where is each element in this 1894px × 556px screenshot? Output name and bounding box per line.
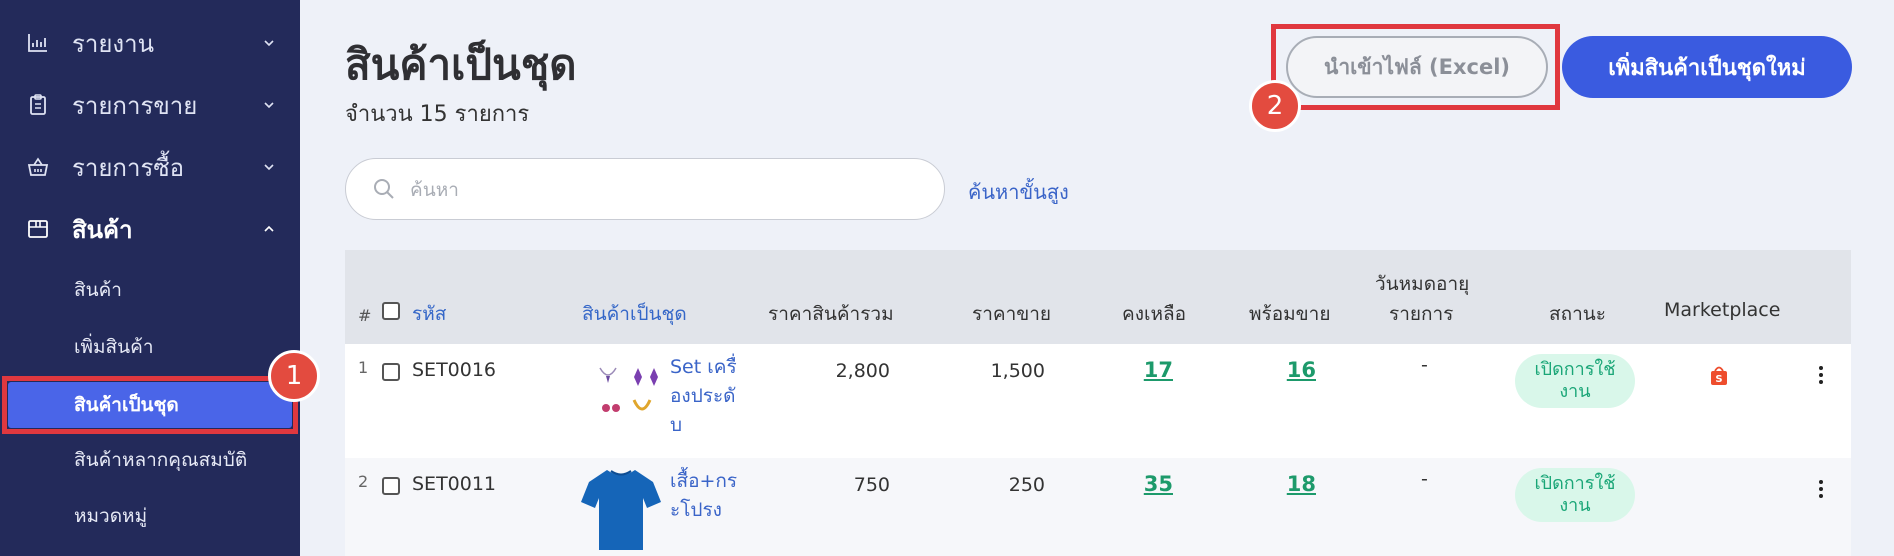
more-actions-icon[interactable] bbox=[1819, 480, 1825, 501]
highlight-box bbox=[1271, 24, 1560, 110]
step-badge: 2 bbox=[1249, 80, 1301, 132]
select-all-checkbox[interactable] bbox=[382, 302, 400, 320]
status-line: งาน bbox=[1559, 381, 1591, 402]
col-ready: พร้อมขาย bbox=[1249, 303, 1331, 325]
jewelry-image bbox=[599, 367, 658, 412]
sub-item-label: สินค้าหลากคุณสมบัติ bbox=[74, 449, 248, 471]
chart-icon bbox=[28, 34, 47, 52]
row-checkbox[interactable] bbox=[382, 477, 400, 495]
highlight-box bbox=[2, 376, 298, 434]
nav-item-sales[interactable]: รายการขาย bbox=[0, 80, 300, 130]
svg-text:S: S bbox=[1715, 374, 1722, 385]
expiry-value: - bbox=[1421, 354, 1428, 376]
add-bundle-button[interactable]: เพิ่มสินค้าเป็นชุดใหม่ bbox=[1562, 36, 1852, 98]
nav-item-products[interactable]: สินค้า bbox=[0, 204, 300, 254]
name-line: องประดั bbox=[670, 385, 736, 407]
table-row[interactable]: 1 SET0016 Set เครื่ องประดั บ 2,800 1,50… bbox=[345, 344, 1851, 458]
chevron-down-icon bbox=[264, 40, 274, 47]
total-price: 750 bbox=[853, 474, 890, 496]
box-icon bbox=[28, 220, 48, 238]
name-line: Set เครื่ bbox=[670, 356, 737, 378]
basket-icon bbox=[27, 157, 49, 176]
row-index: 1 bbox=[358, 358, 369, 377]
ready-link[interactable]: 18 bbox=[1228, 472, 1316, 496]
sell-price: 1,500 bbox=[990, 360, 1045, 382]
col-bundle[interactable]: สินค้าเป็นชุด bbox=[582, 299, 687, 329]
nav-label: สินค้า bbox=[72, 215, 133, 244]
total-price: 2,800 bbox=[835, 360, 890, 382]
status-line: เปิดการใช้ bbox=[1534, 473, 1616, 494]
chevron-down-icon bbox=[264, 102, 274, 109]
search-box[interactable] bbox=[345, 158, 945, 220]
nav-label: รายการขาย bbox=[72, 91, 198, 120]
col-marketplace: Marketplace bbox=[1664, 299, 1781, 321]
sub-item-label: เพิ่มสินค้า bbox=[74, 336, 154, 358]
name-line: เสื้อ+กร bbox=[670, 470, 738, 492]
step-badge: 1 bbox=[268, 350, 320, 402]
col-sell-price: ราคาขาย bbox=[972, 303, 1052, 325]
product-code: SET0011 bbox=[412, 473, 497, 495]
bundle-table: # รหัส สินค้าเป็นชุด ราคาสินค้ารวม ราคาข… bbox=[345, 250, 1851, 556]
table-row[interactable]: 2 SET0011 เสื้อ+กร ะโปรง 750 250 35 18 -… bbox=[345, 458, 1851, 556]
name-line: บ bbox=[670, 414, 683, 436]
row-checkbox[interactable] bbox=[382, 363, 400, 381]
row-index: 2 bbox=[358, 472, 369, 491]
expiry-value: - bbox=[1421, 468, 1428, 490]
status-line: งาน bbox=[1559, 495, 1591, 516]
col-expiry: วันหมดอายุ bbox=[1375, 273, 1470, 295]
search-icon bbox=[374, 179, 394, 199]
sub-item-variants[interactable]: สินค้าหลากคุณสมบัติ bbox=[0, 437, 300, 483]
col-remaining: คงเหลือ bbox=[1122, 303, 1187, 325]
sub-item-label: สินค้า bbox=[74, 279, 122, 301]
search-input[interactable] bbox=[410, 173, 910, 207]
advanced-search-link[interactable]: ค้นหาขั้นสูง bbox=[968, 176, 1069, 208]
col-index: # bbox=[358, 306, 372, 325]
sub-item-products[interactable]: สินค้า bbox=[0, 267, 300, 313]
nav-label: รายการซื้อ bbox=[72, 153, 185, 182]
remaining-link[interactable]: 17 bbox=[1085, 358, 1173, 382]
shopee-icon[interactable]: S bbox=[1708, 364, 1730, 386]
sub-item-label: หมวดหมู่ bbox=[74, 505, 148, 527]
nav-item-purchases[interactable]: รายการซื้อ bbox=[0, 142, 300, 192]
remaining-link[interactable]: 35 bbox=[1085, 472, 1173, 496]
nav-item-reports[interactable]: รายงาน bbox=[0, 18, 300, 68]
table-header: # รหัส สินค้าเป็นชุด ราคาสินค้ารวม ราคาข… bbox=[345, 250, 1851, 344]
col-status: สถานะ bbox=[1549, 303, 1606, 325]
sell-price: 250 bbox=[1008, 474, 1045, 496]
col-expiry-sub: รายการ bbox=[1389, 303, 1454, 325]
tshirt-image bbox=[581, 470, 661, 550]
sub-item-categories[interactable]: หมวดหมู่ bbox=[0, 493, 300, 539]
col-code[interactable]: รหัส bbox=[412, 299, 446, 329]
sidebar: รายงาน รายการขาย รายการซื้อ สินค้า สินค้… bbox=[0, 0, 300, 556]
clipboard-icon bbox=[30, 94, 46, 115]
product-name-link[interactable]: Set เครื่ องประดั บ bbox=[670, 353, 742, 440]
item-count: จำนวน 15 รายการ bbox=[345, 102, 530, 127]
col-total-price: ราคาสินค้ารวม bbox=[768, 303, 894, 325]
nav-label: รายงาน bbox=[72, 29, 155, 58]
product-name-link[interactable]: เสื้อ+กร ะโปรง bbox=[670, 467, 742, 525]
name-line: ะโปรง bbox=[670, 499, 722, 521]
chevron-up-icon bbox=[264, 225, 274, 232]
more-actions-icon[interactable] bbox=[1819, 366, 1825, 387]
ready-link[interactable]: 16 bbox=[1228, 358, 1316, 382]
page-title: สินค้าเป็นชุด bbox=[345, 40, 577, 89]
sub-item-add-product[interactable]: เพิ่มสินค้า bbox=[0, 324, 300, 370]
status-line: เปิดการใช้ bbox=[1534, 359, 1616, 380]
status-badge: เปิดการใช้ งาน bbox=[1515, 354, 1635, 408]
product-code: SET0016 bbox=[412, 359, 497, 381]
chevron-down-icon bbox=[264, 164, 274, 171]
status-badge: เปิดการใช้ งาน bbox=[1515, 468, 1635, 522]
